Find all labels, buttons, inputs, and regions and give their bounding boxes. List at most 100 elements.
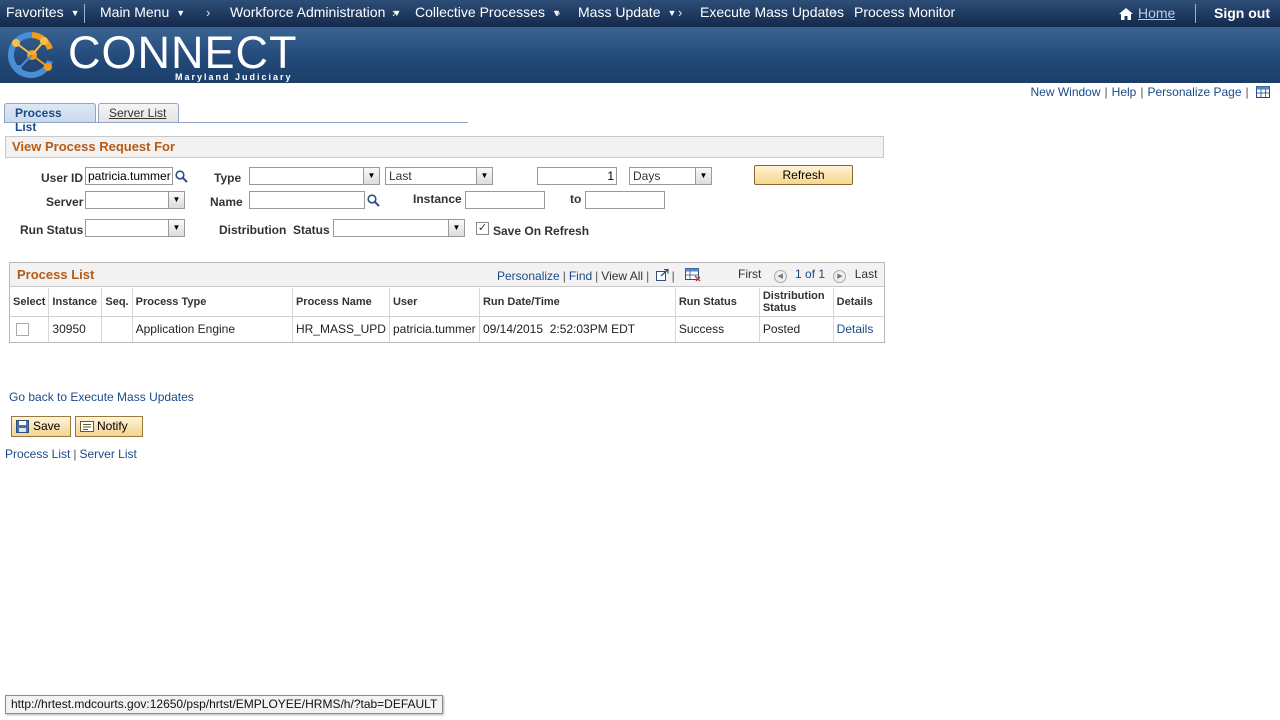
column-header-details: Details — [833, 288, 884, 317]
user-cell: patricia.tummer — [389, 316, 480, 342]
chevron-down-icon: ▼ — [70, 8, 80, 18]
column-header-seq[interactable]: Seq. — [101, 288, 133, 317]
chevron-down-icon: ▼ — [476, 168, 492, 184]
run-status-label: Run Status — [20, 223, 84, 237]
new-window-link[interactable]: New Window — [1031, 85, 1101, 99]
breadcrumb-workforce-administration[interactable]: Workforce Administration ▼ — [230, 4, 401, 20]
personalize-link[interactable]: Personalize — [497, 269, 560, 283]
details-link[interactable]: Details — [833, 316, 884, 342]
grid-tools: Personalize | Find | View All | | — [497, 268, 701, 283]
main-menu[interactable]: Main Menu ▼ — [100, 4, 185, 20]
column-header-distribution-status[interactable]: Distribution Status — [759, 288, 834, 317]
server-list-link[interactable]: Server List — [79, 447, 136, 461]
top-nav-bar: Favorites ▼ Main Menu ▼ › Workforce Admini… — [0, 0, 1280, 27]
divider: | — [1140, 85, 1144, 99]
divider: | — [671, 269, 675, 283]
spreadsheet-icon[interactable] — [1256, 86, 1270, 98]
user-id-input[interactable]: patricia.tummer — [85, 167, 173, 185]
favorites-menu[interactable]: Favorites ▼ — [6, 4, 80, 20]
breadcrumb-label: Execute Mass Updates — [700, 4, 844, 20]
personalize-page-link[interactable]: Personalize Page — [1147, 85, 1241, 99]
instance-from-input[interactable] — [465, 191, 545, 209]
period-input[interactable]: 1 — [537, 167, 617, 185]
name-input[interactable] — [249, 191, 365, 209]
search-icon[interactable] — [175, 170, 188, 183]
column-header-process-type[interactable]: Process Type — [132, 288, 293, 317]
breadcrumb-separator-icon: › — [206, 5, 211, 20]
tab-label: Process List — [15, 106, 62, 134]
first-link[interactable]: First — [738, 267, 761, 281]
last-select[interactable]: Last ▼ — [385, 167, 493, 185]
divider: | — [1104, 85, 1108, 99]
column-header-instance[interactable]: Instance — [48, 288, 103, 317]
save-label: Save — [33, 419, 61, 433]
distribution-status-cell: Posted — [759, 316, 834, 342]
grid-title: Process List — [17, 267, 95, 282]
new-window-icon[interactable] — [655, 268, 669, 281]
favorites-label: Favorites — [6, 4, 64, 20]
divider: | — [646, 269, 650, 283]
save-on-refresh-label: Save On Refresh — [493, 224, 590, 238]
page-links: New Window | Help | Personalize Page | — [1031, 85, 1270, 99]
breadcrumb-process-monitor[interactable]: Process Monitor — [854, 4, 955, 20]
last-select-value: Last — [389, 169, 412, 183]
run-status-select[interactable]: ▼ — [85, 219, 185, 237]
breadcrumb-execute-mass-updates[interactable]: Execute Mass Updates — [700, 4, 844, 20]
download-spreadsheet-icon[interactable] — [685, 268, 701, 282]
chevron-down-icon: ▼ — [168, 220, 184, 236]
sign-out-link[interactable]: Sign out — [1214, 5, 1270, 21]
tab-server-list[interactable]: Server List — [98, 103, 179, 123]
column-header-run-datetime[interactable]: Run Date/Time — [479, 288, 676, 317]
save-button[interactable]: Save — [11, 416, 71, 437]
next-icon[interactable]: ▶ — [833, 270, 847, 283]
column-header-run-status[interactable]: Run Status — [675, 288, 760, 317]
grid-pagination: First ◀ 1 of 1 ▶ Last — [738, 267, 877, 283]
divider: | — [73, 447, 77, 461]
instance-to-input[interactable] — [585, 191, 665, 209]
home-label: Home — [1138, 5, 1176, 21]
home-link[interactable]: Home — [1118, 5, 1175, 21]
breadcrumb-separator-icon: › — [392, 5, 397, 20]
chevron-down-icon: ▼ — [695, 168, 711, 184]
days-select[interactable]: Days ▼ — [629, 167, 712, 185]
tab-underline — [4, 122, 468, 123]
notify-button[interactable]: Notify — [75, 416, 143, 437]
last-link[interactable]: Last — [855, 267, 878, 281]
find-link[interactable]: Find — [569, 269, 592, 283]
chevron-down-icon: ▼ — [176, 8, 186, 18]
logo-text: CONNECT — [68, 27, 298, 78]
server-select[interactable]: ▼ — [85, 191, 185, 209]
banner: CONNECT Maryland Judiciary — [0, 27, 1280, 83]
breadcrumb-mass-update[interactable]: Mass Update ▼ — [578, 4, 676, 20]
view-all-link[interactable]: View All — [601, 269, 643, 283]
breadcrumb-separator-icon: › — [678, 5, 683, 20]
logo-subtitle: Maryland Judiciary — [175, 72, 293, 82]
tab-process-list[interactable]: Process List — [4, 103, 96, 134]
distribution-status-label: Distribution Status — [219, 223, 330, 237]
distribution-status-select[interactable]: ▼ — [333, 219, 465, 237]
process-list-link[interactable]: Process List — [5, 447, 70, 461]
nav-divider — [84, 4, 85, 23]
previous-icon[interactable]: ◀ — [773, 270, 787, 283]
bottom-links: Process List | Server List — [5, 447, 137, 461]
home-icon — [1119, 8, 1133, 20]
breadcrumb-separator-icon: › — [556, 5, 561, 20]
column-header-select: Select — [10, 288, 50, 317]
name-label: Name — [210, 195, 243, 209]
process-name-cell: HR_MASS_UPD — [292, 316, 390, 342]
breadcrumb-collective-processes[interactable]: Collective Processes ▼ — [415, 4, 561, 20]
column-header-process-name[interactable]: Process Name — [292, 288, 390, 317]
column-header-user[interactable]: User — [389, 288, 480, 317]
type-select[interactable]: ▼ — [249, 167, 380, 185]
select-cell — [10, 316, 50, 342]
browser-status-bar: http://hrtest.mdcourts.gov:12650/psp/hrt… — [5, 695, 444, 714]
refresh-button[interactable]: Refresh — [754, 165, 853, 185]
help-link[interactable]: Help — [1112, 85, 1137, 99]
user-id-label: User ID — [41, 171, 84, 185]
save-on-refresh-checkbox[interactable]: ✓ — [476, 222, 489, 235]
row-select-checkbox[interactable] — [16, 323, 29, 337]
go-back-link[interactable]: Go back to Execute Mass Updates — [9, 390, 194, 404]
divider: | — [595, 269, 599, 283]
save-icon — [16, 420, 29, 433]
search-icon[interactable] — [367, 194, 380, 207]
